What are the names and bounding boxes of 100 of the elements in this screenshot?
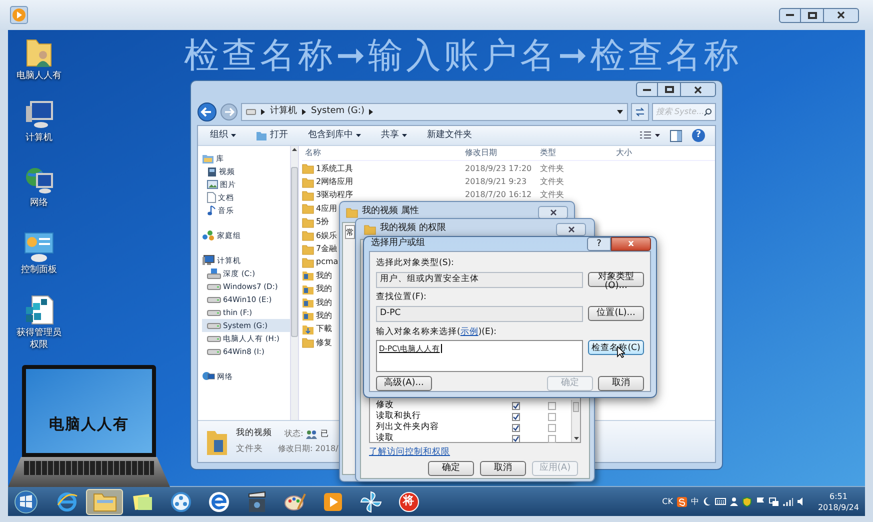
clock-date[interactable]: 2018/9/24 [818,502,859,512]
dropdown-icon[interactable] [617,110,623,114]
object-type-field: 用户、组或内置安全主体 [376,272,583,288]
table-cell: 文件夹 [540,176,564,188]
user-icon[interactable] [730,497,738,506]
back-button[interactable] [197,102,217,122]
breadcrumb[interactable]: 计算机 [270,105,297,119]
moon-icon[interactable] [702,497,711,506]
desktop-icon-label[interactable]: 控制面板 [13,264,65,276]
shield-icon[interactable] [742,496,752,506]
dialog-button[interactable]: 对象类型(O)... [588,272,644,288]
file-name[interactable]: 1系统工具 [316,162,354,175]
checkbox[interactable] [512,412,520,420]
sogou-s-icon[interactable] [676,496,687,506]
file-name[interactable]: 6娱乐 [316,230,338,242]
drive-icon [207,336,221,342]
laptop-caption: 电脑人人有 [49,414,129,434]
breadcrumb[interactable]: System (G:) [311,105,364,119]
table-cell: 文件夹 [540,162,564,175]
permission-name: 列出文件夹内容 [376,421,440,433]
checkbox[interactable] [512,402,520,410]
users-icon [306,430,318,438]
desktop-icon-label[interactable]: 网络 [13,197,65,209]
homegroup-icon [202,230,215,241]
maximize-button[interactable] [658,82,680,97]
drive-icon [207,296,221,302]
refresh-button[interactable] [631,103,649,121]
checkbox[interactable] [548,424,556,432]
preview-pane-icon[interactable] [670,130,682,142]
file-name[interactable]: 3驱动程序 [316,189,354,202]
view-options-icon[interactable] [640,131,660,140]
dialog-button[interactable]: 确定 [428,461,474,476]
network-icon[interactable] [768,496,779,506]
taskbar-app[interactable]: 将 [390,488,427,514]
signal-icon[interactable] [782,497,793,506]
folder-icon [256,130,267,140]
address-bar[interactable]: 计算机 System (G:) [241,103,628,121]
minimize-button[interactable] [636,82,658,97]
keyboard-icon[interactable] [714,498,726,505]
file-name[interactable]: 我的 [316,270,332,282]
file-name[interactable]: 我的 [316,310,332,322]
column-header[interactable]: 修改日期 [465,147,540,159]
file-name[interactable]: 我的 [316,296,332,309]
dialog-button[interactable]: 高级(A)... [376,376,432,392]
checkbox[interactable] [512,434,520,442]
scroll-thumb[interactable] [291,167,298,337]
library-folder-icon [302,284,314,295]
checkbox[interactable] [548,412,556,420]
tray-text[interactable]: CK [662,496,673,508]
permission-name: 读取 [376,432,395,445]
help-link[interactable]: 了解访问控制和权限 [369,447,581,458]
browser-e-icon [56,490,78,512]
dialog-button[interactable]: 取消 [598,376,644,392]
tab[interactable]: 常 [345,225,355,239]
start-button[interactable] [14,490,38,514]
example-link[interactable]: 示例 [460,326,478,336]
maximize-button[interactable] [801,8,823,22]
desktop-icon-label[interactable]: 获得管理员权限 [13,327,65,351]
close-icon [837,11,845,19]
scroll-thumb[interactable] [573,402,579,412]
minimize-button[interactable] [779,8,801,22]
close-button[interactable] [538,206,568,218]
file-name[interactable]: 下載 [316,323,332,336]
dialog-button[interactable]: 取消 [480,461,526,476]
toolbar-button[interactable]: 打开 [254,128,290,142]
help-button[interactable]: ? [692,129,705,142]
column-header[interactable]: 类型 [540,147,616,159]
checkbox[interactable] [548,434,556,442]
desktop-icon-label[interactable]: 电脑人人有 [13,70,65,82]
file-name[interactable]: 2网络应用 [316,176,354,188]
file-name[interactable]: 4应用 [316,202,338,215]
desktop-icon-label[interactable]: 计算机 [13,132,65,144]
column-header[interactable]: 名称 [302,147,465,159]
toolbar-button[interactable]: 组织 [208,128,238,142]
file-name[interactable]: pcma [316,256,338,268]
file-name[interactable]: 修复 [316,336,332,349]
library-folder-icon [302,297,314,308]
dialog-button[interactable]: 位置(L)... [588,306,644,321]
close-button[interactable] [823,8,859,22]
toolbar-button[interactable]: 包含到库中 [306,128,363,142]
checkbox[interactable] [512,424,520,432]
file-name[interactable]: 5扮 [316,216,330,228]
scrollbar[interactable] [290,146,299,420]
file-name[interactable]: 7金融 [316,243,338,256]
close-button[interactable] [556,222,586,236]
download-folder-icon [302,324,314,335]
column-header[interactable]: 大小 [616,147,632,159]
close-button[interactable] [680,82,716,97]
play-icon[interactable] [10,6,28,24]
toolbar-button[interactable]: 共享 [379,128,409,142]
item-type: 文件夹 [236,443,264,456]
help-button[interactable]: ? [587,237,611,251]
file-name[interactable]: 我的 [316,283,332,296]
clock-time[interactable]: 6:51 [830,490,848,502]
taskbar-app[interactable] [86,488,123,514]
toolbar-button[interactable]: 新建文件夹 [425,128,474,142]
tray-text[interactable]: 中 [690,496,699,508]
checkbox[interactable] [548,402,556,410]
search-field[interactable]: 搜索 Syste... [652,103,716,121]
scrollbar[interactable] [571,400,580,442]
